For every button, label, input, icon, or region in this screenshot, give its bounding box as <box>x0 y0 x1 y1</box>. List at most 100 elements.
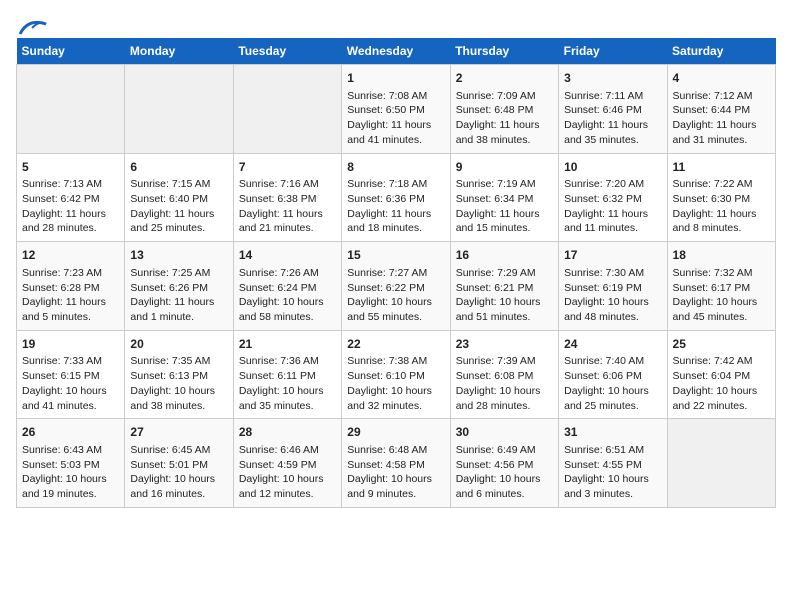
day-info: and 15 minutes. <box>456 221 553 236</box>
calendar-cell: 15Sunrise: 7:27 AMSunset: 6:22 PMDayligh… <box>342 242 450 331</box>
day-info: Sunset: 6:10 PM <box>347 369 444 384</box>
calendar-cell: 21Sunrise: 7:36 AMSunset: 6:11 PMDayligh… <box>233 330 341 419</box>
calendar-cell: 12Sunrise: 7:23 AMSunset: 6:28 PMDayligh… <box>17 242 125 331</box>
day-info: Daylight: 10 hours <box>564 295 661 310</box>
day-info: Daylight: 10 hours <box>564 384 661 399</box>
day-info: Daylight: 11 hours <box>456 207 553 222</box>
day-info: and 9 minutes. <box>347 487 444 502</box>
calendar-cell: 8Sunrise: 7:18 AMSunset: 6:36 PMDaylight… <box>342 153 450 242</box>
calendar-cell: 28Sunrise: 6:46 AMSunset: 4:59 PMDayligh… <box>233 419 341 508</box>
calendar-week-row: 12Sunrise: 7:23 AMSunset: 6:28 PMDayligh… <box>17 242 776 331</box>
calendar-week-row: 5Sunrise: 7:13 AMSunset: 6:42 PMDaylight… <box>17 153 776 242</box>
day-number: 7 <box>239 159 336 176</box>
day-info: and 11 minutes. <box>564 221 661 236</box>
day-info: and 55 minutes. <box>347 310 444 325</box>
day-info: and 48 minutes. <box>564 310 661 325</box>
day-number: 18 <box>673 247 770 264</box>
day-number: 19 <box>22 336 119 353</box>
day-number: 21 <box>239 336 336 353</box>
day-number: 14 <box>239 247 336 264</box>
day-number: 4 <box>673 70 770 87</box>
weekday-header-monday: Monday <box>125 38 233 65</box>
day-info: Sunset: 6:28 PM <box>22 281 119 296</box>
day-info: and 58 minutes. <box>239 310 336 325</box>
weekday-header-wednesday: Wednesday <box>342 38 450 65</box>
day-info: Sunset: 4:56 PM <box>456 458 553 473</box>
day-info: Daylight: 11 hours <box>22 207 119 222</box>
day-info: Daylight: 10 hours <box>347 384 444 399</box>
calendar-cell <box>233 65 341 154</box>
calendar-cell: 7Sunrise: 7:16 AMSunset: 6:38 PMDaylight… <box>233 153 341 242</box>
day-info: and 25 minutes. <box>130 221 227 236</box>
day-number: 20 <box>130 336 227 353</box>
day-info: Sunset: 6:36 PM <box>347 192 444 207</box>
day-info: Sunrise: 7:32 AM <box>673 266 770 281</box>
day-info: and 41 minutes. <box>22 399 119 414</box>
day-number: 2 <box>456 70 553 87</box>
day-info: Sunrise: 7:40 AM <box>564 354 661 369</box>
day-info: Sunrise: 7:09 AM <box>456 89 553 104</box>
day-info: Daylight: 10 hours <box>130 472 227 487</box>
calendar-cell: 13Sunrise: 7:25 AMSunset: 6:26 PMDayligh… <box>125 242 233 331</box>
day-info: Sunset: 4:59 PM <box>239 458 336 473</box>
calendar-cell: 6Sunrise: 7:15 AMSunset: 6:40 PMDaylight… <box>125 153 233 242</box>
day-number: 3 <box>564 70 661 87</box>
day-number: 16 <box>456 247 553 264</box>
day-info: Daylight: 11 hours <box>564 118 661 133</box>
calendar-week-row: 26Sunrise: 6:43 AMSunset: 5:03 PMDayligh… <box>17 419 776 508</box>
day-info: Sunrise: 7:38 AM <box>347 354 444 369</box>
day-info: and 25 minutes. <box>564 399 661 414</box>
calendar-cell: 31Sunrise: 6:51 AMSunset: 4:55 PMDayligh… <box>559 419 667 508</box>
calendar-cell <box>125 65 233 154</box>
weekday-header-saturday: Saturday <box>667 38 775 65</box>
day-info: Daylight: 10 hours <box>347 472 444 487</box>
day-info: Sunrise: 7:39 AM <box>456 354 553 369</box>
day-info: Sunrise: 6:48 AM <box>347 443 444 458</box>
day-info: Sunset: 6:34 PM <box>456 192 553 207</box>
calendar-cell: 3Sunrise: 7:11 AMSunset: 6:46 PMDaylight… <box>559 65 667 154</box>
day-info: and 6 minutes. <box>456 487 553 502</box>
day-info: Daylight: 10 hours <box>239 472 336 487</box>
day-info: Sunrise: 7:35 AM <box>130 354 227 369</box>
calendar-cell: 5Sunrise: 7:13 AMSunset: 6:42 PMDaylight… <box>17 153 125 242</box>
day-info: and 19 minutes. <box>22 487 119 502</box>
day-info: Daylight: 11 hours <box>239 207 336 222</box>
calendar-cell: 9Sunrise: 7:19 AMSunset: 6:34 PMDaylight… <box>450 153 558 242</box>
day-info: Sunrise: 7:26 AM <box>239 266 336 281</box>
calendar-cell: 23Sunrise: 7:39 AMSunset: 6:08 PMDayligh… <box>450 330 558 419</box>
calendar-cell: 2Sunrise: 7:09 AMSunset: 6:48 PMDaylight… <box>450 65 558 154</box>
day-info: Daylight: 10 hours <box>673 384 770 399</box>
calendar-week-row: 1Sunrise: 7:08 AMSunset: 6:50 PMDaylight… <box>17 65 776 154</box>
day-number: 8 <box>347 159 444 176</box>
day-info: and 21 minutes. <box>239 221 336 236</box>
day-info: Daylight: 10 hours <box>456 295 553 310</box>
day-info: Sunset: 6:21 PM <box>456 281 553 296</box>
day-info: and 38 minutes. <box>456 133 553 148</box>
logo <box>16 16 48 30</box>
calendar-cell: 4Sunrise: 7:12 AMSunset: 6:44 PMDaylight… <box>667 65 775 154</box>
calendar-cell <box>17 65 125 154</box>
day-info: Daylight: 10 hours <box>456 384 553 399</box>
day-info: Sunset: 6:30 PM <box>673 192 770 207</box>
day-number: 10 <box>564 159 661 176</box>
day-info: and 35 minutes. <box>239 399 336 414</box>
calendar-cell <box>667 419 775 508</box>
calendar-cell: 19Sunrise: 7:33 AMSunset: 6:15 PMDayligh… <box>17 330 125 419</box>
day-info: and 51 minutes. <box>456 310 553 325</box>
day-info: Daylight: 10 hours <box>239 295 336 310</box>
day-info: Sunrise: 7:23 AM <box>22 266 119 281</box>
day-info: Sunrise: 7:15 AM <box>130 177 227 192</box>
day-number: 6 <box>130 159 227 176</box>
day-info: Sunset: 5:01 PM <box>130 458 227 473</box>
day-info: Sunrise: 7:13 AM <box>22 177 119 192</box>
day-info: Daylight: 10 hours <box>22 384 119 399</box>
logo-icon <box>18 16 48 38</box>
day-number: 31 <box>564 424 661 441</box>
day-info: Sunset: 6:17 PM <box>673 281 770 296</box>
calendar-cell: 20Sunrise: 7:35 AMSunset: 6:13 PMDayligh… <box>125 330 233 419</box>
weekday-header-sunday: Sunday <box>17 38 125 65</box>
day-info: and 16 minutes. <box>130 487 227 502</box>
day-info: Daylight: 10 hours <box>130 384 227 399</box>
day-info: Daylight: 11 hours <box>22 295 119 310</box>
day-info: Sunset: 6:40 PM <box>130 192 227 207</box>
